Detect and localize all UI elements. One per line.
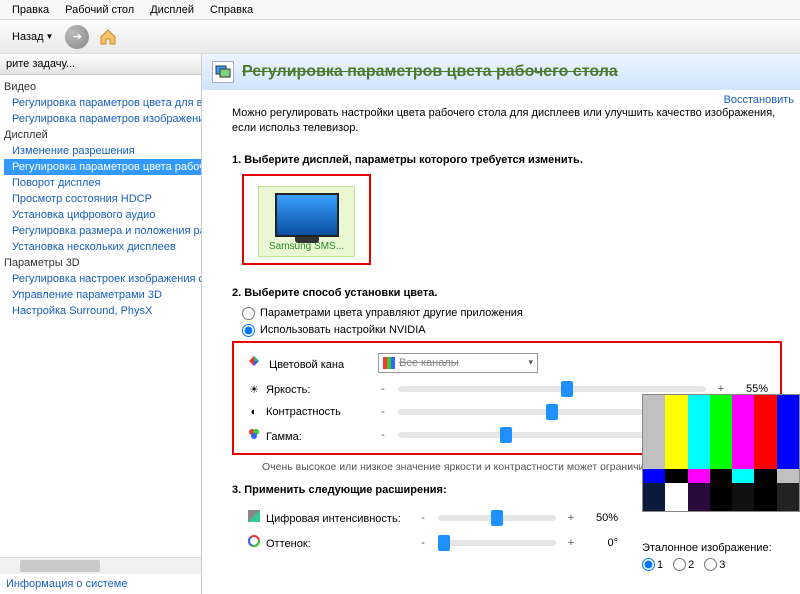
arrow-right-icon: ➔ xyxy=(73,30,82,43)
menu-help[interactable]: Справка xyxy=(202,2,261,18)
brightness-icon: ☀ xyxy=(246,383,262,396)
menu-edit[interactable]: Правка xyxy=(4,2,57,18)
hue-label: Оттенок: xyxy=(266,538,311,550)
contrast-icon: ◐ xyxy=(246,406,262,418)
group-display: Дисплей xyxy=(4,127,201,143)
ref-3-label: 3 xyxy=(719,559,725,571)
minus-icon: - xyxy=(416,506,430,529)
sidebar-scrollbar[interactable] xyxy=(0,557,201,573)
page-title: Регулировка параметров цвета рабочего ст… xyxy=(242,63,618,81)
sidebar-item[interactable]: Просмотр состояния HDCP xyxy=(4,191,201,207)
step2-title: 2. Выберите способ установки цвета. xyxy=(232,287,782,299)
radio-other-apps[interactable] xyxy=(242,307,255,320)
sidebar-item[interactable]: Изменение разрешения xyxy=(4,143,201,159)
preview-panel: Эталонное изображение: 1 2 3 xyxy=(642,394,800,571)
minus-icon: - xyxy=(376,402,390,422)
chevron-down-icon: ▾ xyxy=(528,357,533,368)
digital-value: 50% xyxy=(580,506,620,529)
minus-icon: - xyxy=(376,379,390,400)
hue-value: 0° xyxy=(580,531,620,554)
sidebar-item[interactable]: Регулировка размера и положения рабо xyxy=(4,223,201,239)
back-label: Назад xyxy=(12,31,44,43)
ref-2-label: 2 xyxy=(688,559,694,571)
menubar: Правка Рабочий стол Дисплей Справка xyxy=(0,0,800,20)
color-channel-select[interactable]: Все каналы ▾ xyxy=(378,353,538,373)
gamma-icon xyxy=(246,428,262,443)
channel-value: Все каналы xyxy=(399,357,459,369)
forward-button[interactable]: ➔ xyxy=(65,25,89,49)
nav-tree: Видео Регулировка параметров цвета для в… xyxy=(0,75,201,557)
sidebar-item[interactable]: Установка цифрового аудио xyxy=(4,207,201,223)
sidebar-item[interactable]: Управление параметрами 3D xyxy=(4,287,201,303)
rgb-icon xyxy=(383,357,395,369)
digital-vibrance-icon xyxy=(246,510,262,525)
radio-nvidia-label: Использовать настройки NVIDIA xyxy=(260,324,426,336)
gamma-label: Гамма: xyxy=(266,431,302,443)
palette-icon xyxy=(246,354,262,371)
task-header: рите задачу... xyxy=(0,54,201,75)
monitor-icon xyxy=(275,193,339,237)
banner: Регулировка параметров цвета рабочего ст… xyxy=(202,54,800,90)
ref-radio-2[interactable] xyxy=(673,558,686,571)
minus-icon: - xyxy=(376,424,390,447)
menu-desktop[interactable]: Рабочий стол xyxy=(57,2,142,18)
sidebar: рите задачу... Видео Регулировка парамет… xyxy=(0,54,202,594)
channel-label: Цветовой кана xyxy=(269,359,344,371)
group-video: Видео xyxy=(4,79,201,95)
ref-radio-3[interactable] xyxy=(704,558,717,571)
sidebar-item[interactable]: Регулировка настроек изображения с пр xyxy=(4,271,201,287)
plus-icon: + xyxy=(564,506,578,529)
digital-vibrance-slider[interactable] xyxy=(438,515,556,521)
home-icon xyxy=(98,27,118,47)
sidebar-item[interactable]: Установка нескольких дисплеев xyxy=(4,239,201,255)
back-button[interactable]: Назад ▼ xyxy=(6,29,59,45)
brightness-label: Яркость: xyxy=(266,384,310,396)
sidebar-item[interactable]: Поворот дисплея xyxy=(4,175,201,191)
sidebar-item[interactable]: Настройка Surround, PhysX xyxy=(4,303,201,319)
contrast-label: Контрастность xyxy=(266,406,341,418)
reference-radios: 1 2 3 xyxy=(642,558,800,571)
chevron-down-icon: ▼ xyxy=(46,32,54,41)
group-3d: Параметры 3D xyxy=(4,255,201,271)
sidebar-item-active[interactable]: Регулировка параметров цвета рабочег xyxy=(4,159,201,175)
display-selector: Samsung SMS... xyxy=(242,174,371,265)
radio-nvidia[interactable] xyxy=(242,324,255,337)
restore-link[interactable]: Восстановить xyxy=(724,94,794,106)
sidebar-item[interactable]: Регулировка параметров цвета для вид xyxy=(4,95,201,111)
minus-icon: - xyxy=(416,531,430,554)
sidebar-item[interactable]: Регулировка параметров изображения д xyxy=(4,111,201,127)
brightness-slider[interactable] xyxy=(398,386,706,392)
toolbar: Назад ▼ ➔ xyxy=(0,20,800,54)
display-item[interactable]: Samsung SMS... xyxy=(258,186,355,257)
step1-title: 1. Выберите дисплей, параметры которого … xyxy=(232,154,782,166)
hue-icon xyxy=(246,535,262,550)
plus-icon: + xyxy=(564,531,578,554)
ref-1-label: 1 xyxy=(657,559,663,571)
hue-slider[interactable] xyxy=(438,540,556,546)
reference-label: Эталонное изображение: xyxy=(642,542,800,554)
menu-display[interactable]: Дисплей xyxy=(142,2,202,18)
content: Регулировка параметров цвета рабочего ст… xyxy=(202,54,800,594)
ref-radio-1[interactable] xyxy=(642,558,655,571)
color-bars-preview xyxy=(642,394,800,512)
banner-icon xyxy=(212,61,234,83)
system-info-link[interactable]: Информация о системе xyxy=(0,573,201,594)
radio-other-label: Параметрами цвета управляют другие прило… xyxy=(260,307,523,319)
description: Можно регулировать настройки цвета рабоч… xyxy=(232,106,782,136)
home-button[interactable] xyxy=(95,24,121,50)
digital-label: Цифровая интенсивность: xyxy=(266,513,401,525)
